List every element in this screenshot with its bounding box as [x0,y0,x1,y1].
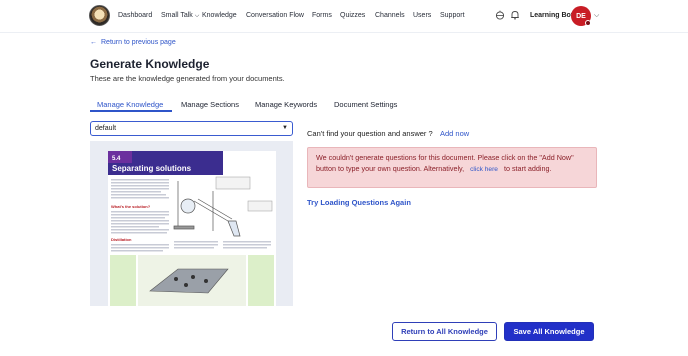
nav-channels[interactable]: Channels [375,12,405,19]
nav-users[interactable]: Users [413,12,431,19]
chevron-down-icon[interactable]: ⌵ [594,12,599,20]
chevron-down-icon: ⌵ [194,13,200,19]
tab-manage-sections[interactable]: Manage Sections [181,100,239,109]
nav-quizzes[interactable]: Quizzes [340,12,365,19]
avatar-status-badge [585,20,591,26]
click-here-link[interactable]: click here [464,166,504,173]
nav-small-talk[interactable]: Small Talk ⌵ [161,12,199,20]
alert-text-end: to start adding. [503,163,552,173]
app-logo[interactable] [89,5,110,26]
bot-icon[interactable] [495,10,505,20]
doc-section-number: 5.4 [112,156,121,162]
nav-forms[interactable]: Forms [312,12,332,19]
tab-manage-knowledge[interactable]: Manage Knowledge [97,100,163,109]
nav-small-talk-label: Small Talk [161,12,193,19]
back-link-label: Return to previous page [101,39,176,46]
bell-icon[interactable] [510,10,520,20]
nav-dashboard[interactable]: Dashboard [118,12,152,19]
top-navigation-bar: Dashboard Small Talk ⌵ Knowledge Conversa… [0,0,688,33]
document-preview[interactable]: 5.4 Separating solutions What's the solu… [90,141,293,306]
page-title: Generate Knowledge [90,57,210,71]
tab-document-settings[interactable]: Document Settings [334,100,397,109]
save-all-knowledge-button[interactable]: Save All Knowledge [504,322,594,341]
document-select-value: default [95,125,117,132]
add-now-link[interactable]: Add now [440,129,469,138]
user-name[interactable]: Learning Bot [530,12,573,19]
page-subtitle: These are the knowledge generated from y… [90,74,285,83]
document-select[interactable]: default ▼ [90,121,293,136]
return-to-all-knowledge-button[interactable]: Return to All Knowledge [392,322,497,341]
doc-subheading-1: What's the solution? [111,204,151,209]
nav-conversation-flow[interactable]: Conversation Flow [246,12,304,19]
nav-support[interactable]: Support [440,12,465,19]
no-questions-alert: We couldn't generate questions for this … [307,147,597,188]
doc-heading: Separating solutions [112,164,192,173]
try-loading-questions-link[interactable]: Try Loading Questions Again [307,198,411,207]
back-link[interactable]: ← Return to previous page [90,39,176,46]
arrow-left-icon: ← [90,39,97,46]
document-page-image: 5.4 Separating solutions What's the solu… [108,151,276,306]
nav-knowledge[interactable]: Knowledge [202,12,237,19]
doc-subheading-2: Distillation [111,237,132,242]
active-tab-indicator [90,110,172,112]
tab-manage-keywords[interactable]: Manage Keywords [255,100,317,109]
document-page: 5.4 Separating solutions What's the solu… [108,151,276,306]
caret-down-icon: ▼ [282,125,288,131]
cant-find-question-text: Can't find your question and answer ? [307,129,433,138]
